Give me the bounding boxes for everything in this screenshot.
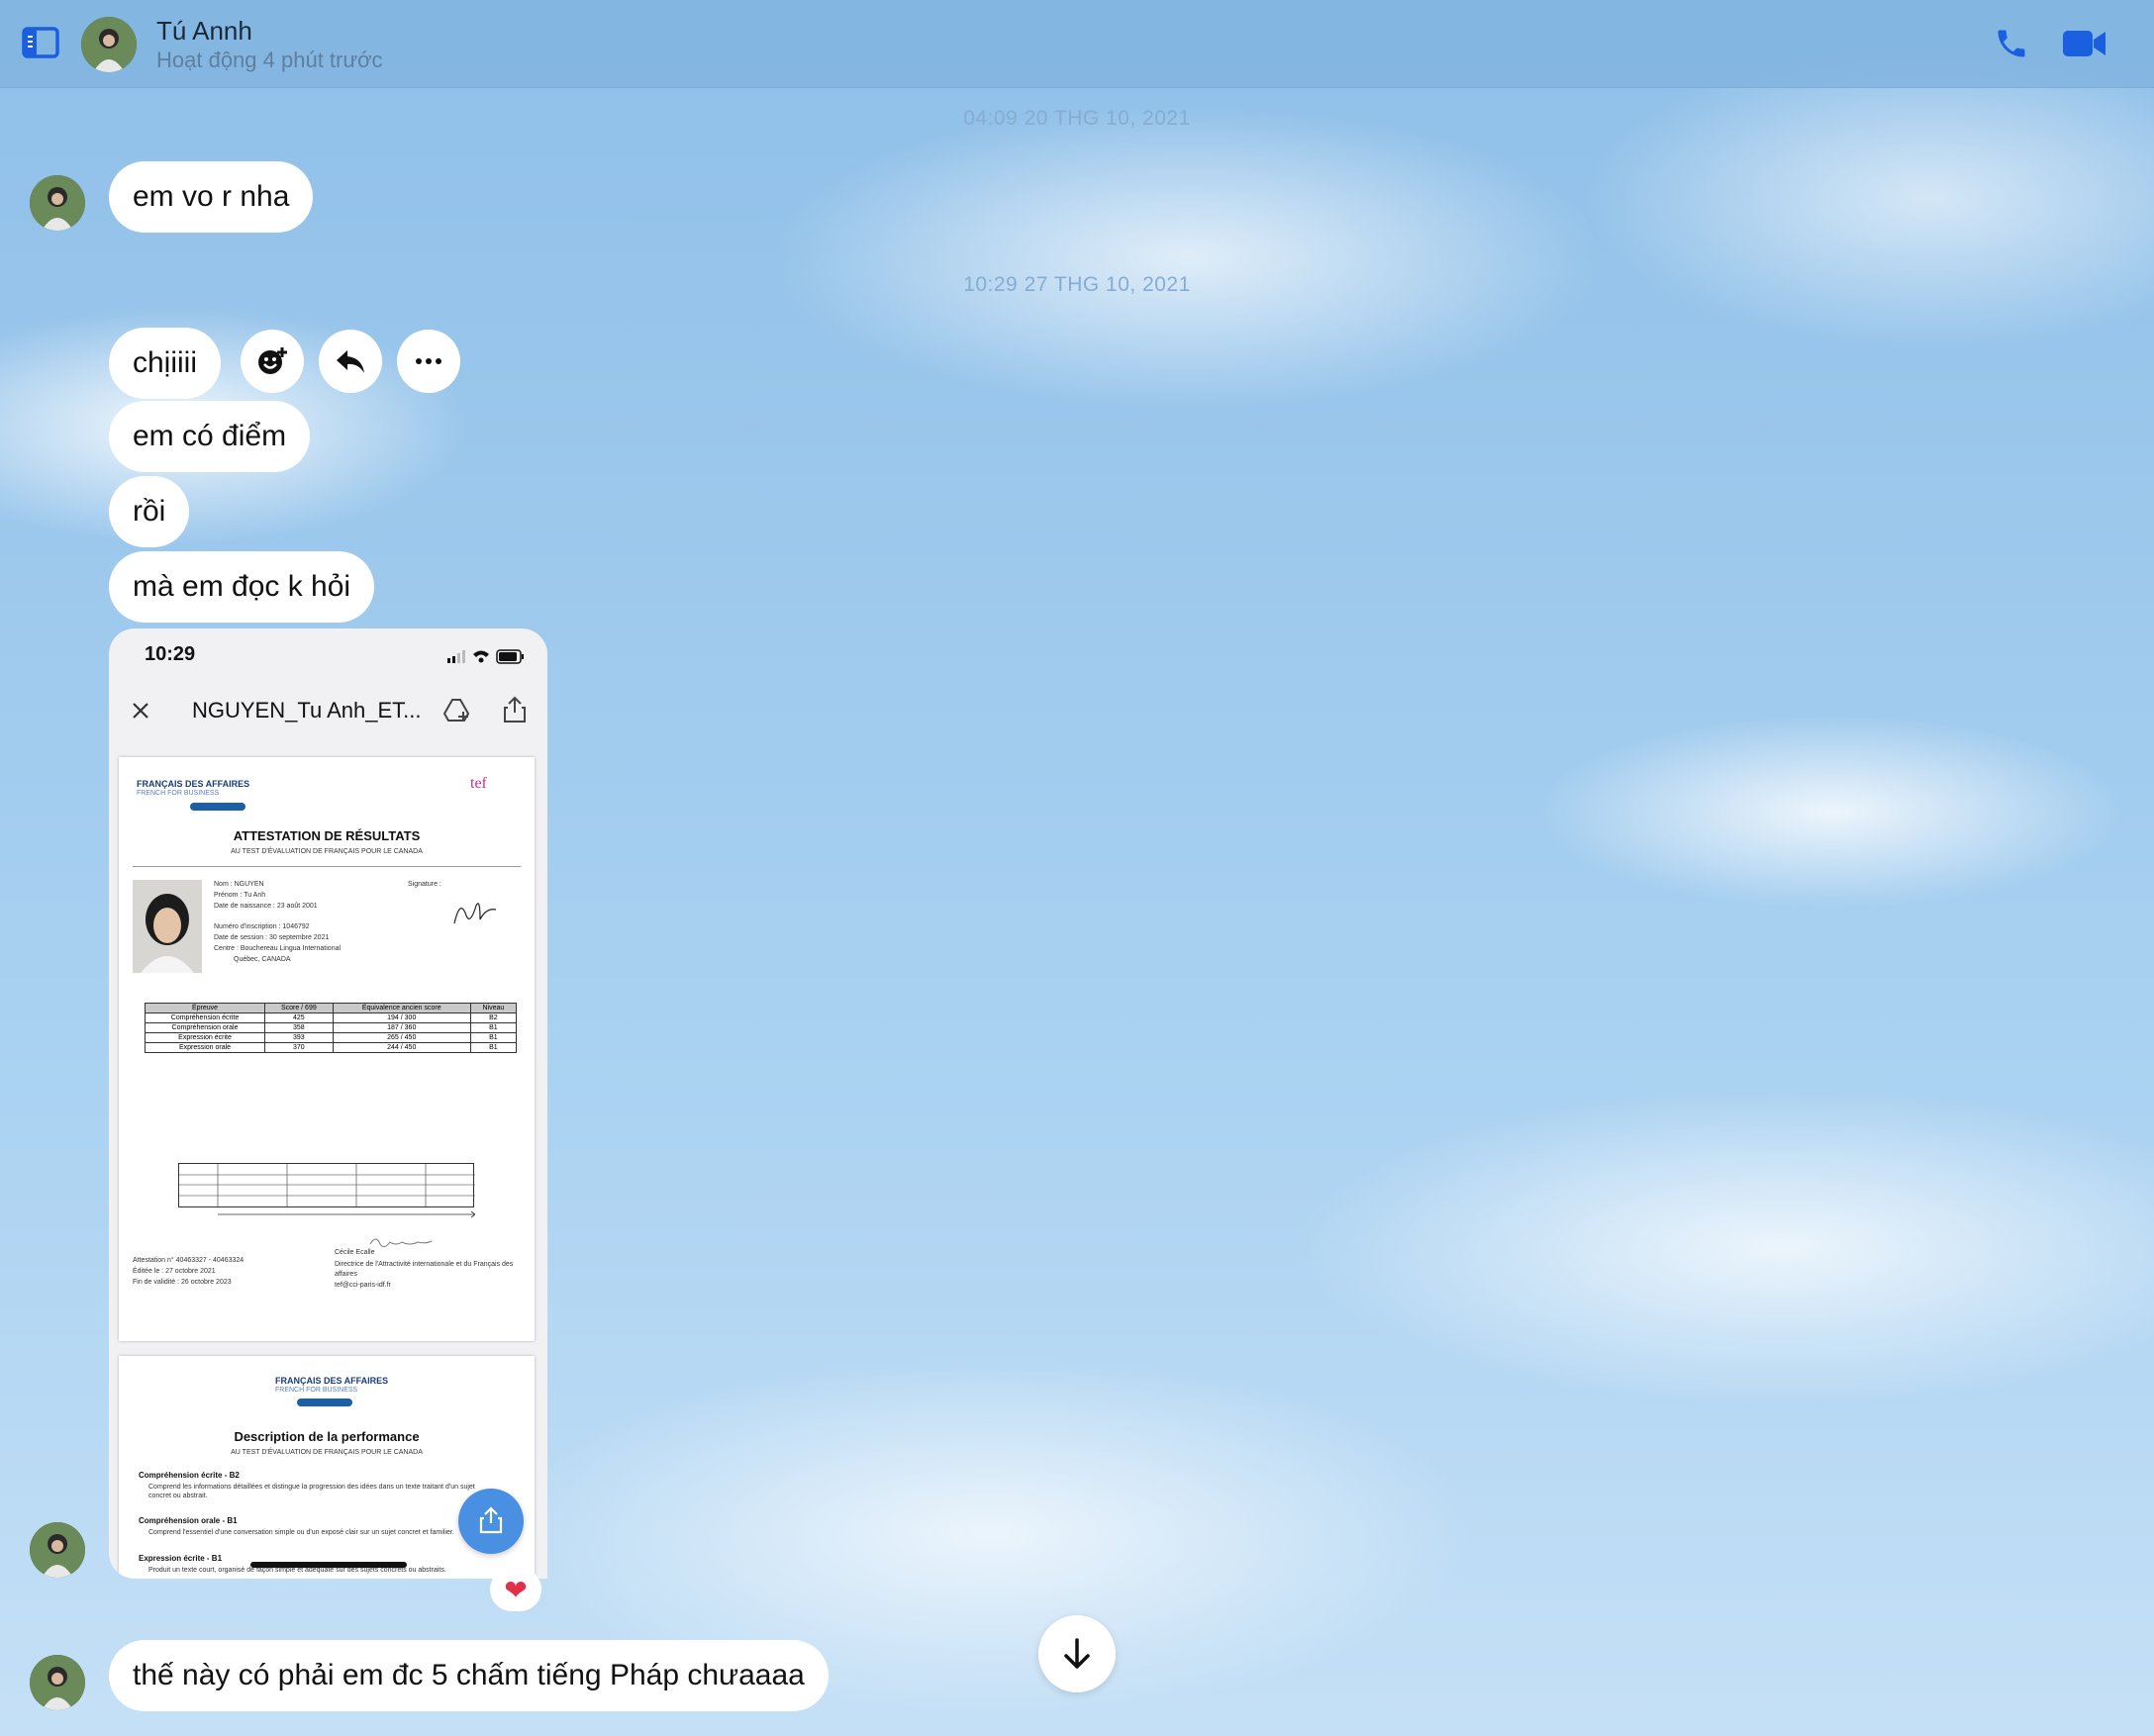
page-subheading: AU TEST D'ÉVALUATION DE FRANÇAIS POUR LE… — [231, 848, 423, 855]
drive-add-icon[interactable] — [443, 698, 471, 723]
date-separator: 04:09 20 THG 10, 2021 — [963, 107, 1191, 130]
reply-button[interactable] — [319, 330, 382, 393]
table-cell: 425 — [264, 1013, 334, 1023]
signature-label: Signature : — [408, 881, 441, 888]
brand-subtitle: FRENCH FOR BUSINESS — [275, 1387, 358, 1394]
avatar[interactable] — [81, 17, 137, 72]
footer-line: Directrice de l'Attractivité internation… — [335, 1261, 514, 1278]
home-indicator — [250, 1562, 407, 1568]
section-title: Compréhension écrite - B2 — [139, 1471, 240, 1480]
table-row: Compréhension orale 358 187 / 360 B1 — [144, 1022, 518, 1033]
reply-icon — [337, 350, 364, 373]
table-cell: 194 / 300 — [332, 1013, 471, 1023]
heart-reaction[interactable]: ❤ — [490, 1568, 541, 1611]
signature-icon — [453, 903, 497, 924]
level-scale-chart — [178, 1163, 475, 1218]
add-reaction-icon — [258, 347, 287, 374]
close-icon[interactable] — [131, 701, 150, 721]
message-bubble[interactable]: mà em đọc k hỏi — [109, 551, 375, 623]
table-cell: Expression orale — [144, 1042, 266, 1053]
footer-line: tef@cci-paris-idf.fr — [335, 1282, 391, 1289]
more-icon — [416, 358, 441, 364]
candidate-photo — [133, 880, 202, 973]
detail-line: Date de naissance : 23 août 2001 — [214, 903, 318, 910]
score-table: Épreuve Score / 699 Équivalence ancien s… — [144, 1003, 518, 1053]
footer-line: Fin de validité : 26 octobre 2023 — [133, 1279, 232, 1286]
brand-logo: FRANÇAIS DES AFFAIRES — [275, 1376, 389, 1386]
scroll-to-bottom-button[interactable] — [1038, 1615, 1116, 1692]
section-text: Comprend l'essentiel d'une conversation … — [148, 1529, 454, 1536]
active-status: Hoạt động 4 phút trước — [156, 48, 383, 72]
phone-status-icons — [447, 649, 524, 664]
date-separator: 10:29 27 THG 10, 2021 — [963, 273, 1191, 296]
video-call-icon[interactable] — [2063, 28, 2106, 59]
table-cell: 265 / 450 — [332, 1032, 471, 1043]
table-header: Niveau — [469, 1003, 518, 1013]
contact-name[interactable]: Tú Annh — [156, 16, 252, 47]
message-bubble[interactable]: em có điểm — [109, 401, 311, 472]
table-cell: 358 — [264, 1022, 334, 1033]
sender-avatar[interactable] — [30, 1522, 85, 1578]
message-bubble[interactable]: rồi — [109, 476, 190, 547]
arrow-down-icon — [1064, 1638, 1090, 1669]
table-row: Compréhension écrite 425 194 / 300 B2 — [144, 1013, 518, 1023]
more-options-button[interactable] — [397, 330, 460, 393]
brand-badge — [297, 1398, 352, 1406]
footer-line: Attestation n° 40463327 - 40463324 — [133, 1257, 245, 1264]
message-bubble[interactable]: chịiiii — [109, 328, 222, 399]
phone-time: 10:29 — [145, 643, 196, 665]
detail-line: Centre : Bouchereau Lingua International — [214, 945, 342, 952]
brand-logo: FRANÇAIS DES AFFAIRES — [137, 779, 250, 789]
page-subheading: AU TEST D'ÉVALUATION DE FRANÇAIS POUR LE… — [231, 1449, 423, 1456]
phone-status-bar: 10:29 — [109, 628, 547, 688]
footer-line: Cécile Ecalle — [335, 1249, 375, 1256]
sender-avatar[interactable] — [30, 175, 85, 231]
sender-avatar[interactable] — [30, 1655, 85, 1710]
table-header: Équivalence ancien score — [332, 1003, 471, 1013]
detail-line: Prénom : Tu Anh — [214, 892, 266, 899]
section-title: Expression écrite - B1 — [139, 1554, 223, 1563]
section-title: Compréhension orale - B1 — [139, 1516, 238, 1525]
detail-line: Date de session : 30 septembre 2021 — [214, 934, 330, 941]
image-attachment[interactable]: 10:29 NGUYEN_Tu Anh_ET... FRANÇAIS DES A… — [109, 628, 547, 1579]
share-icon — [479, 1506, 503, 1534]
page-heading: Description de la performance — [234, 1429, 420, 1444]
table-cell: Compréhension orale — [144, 1022, 266, 1033]
phone-call-icon[interactable] — [1994, 26, 2029, 61]
message-bubble[interactable]: em vo r nha — [109, 161, 314, 233]
section-text: Comprend les informations détaillées et … — [148, 1484, 475, 1499]
detail-line: Nom : NGUYEN — [214, 881, 264, 888]
table-row: Expression orale 370 244 / 450 B1 — [144, 1042, 518, 1053]
sidebar-toggle-icon[interactable] — [22, 27, 59, 58]
table-cell: 187 / 360 — [332, 1022, 471, 1033]
message-bubble[interactable]: thế này có phải em đc 5 chấm tiếng Pháp … — [109, 1640, 829, 1711]
footer-line: Éditée le : 27 octobre 2021 — [133, 1268, 216, 1275]
brand-subtitle: FRENCH FOR BUSINESS — [137, 790, 220, 797]
detail-line: Numéro d'inscription : 1046792 — [214, 923, 310, 930]
document-title: NGUYEN_Tu Anh_ET... — [192, 698, 422, 723]
table-cell: 244 / 450 — [332, 1042, 471, 1053]
conversation-header: Tú Annh Hoạt động 4 phút trước — [0, 0, 2154, 88]
table-row: Expression écrite 393 265 / 450 B1 — [144, 1032, 518, 1043]
detail-line: Québec, CANADA — [234, 956, 291, 963]
director-signature-icon — [369, 1238, 433, 1248]
divider — [133, 866, 521, 867]
table-cell: 370 — [264, 1042, 334, 1053]
share-button[interactable] — [458, 1489, 524, 1554]
react-button[interactable] — [241, 330, 304, 393]
table-cell: B2 — [469, 1013, 518, 1023]
table-cell: B1 — [469, 1022, 518, 1033]
table-cell: 393 — [264, 1032, 334, 1043]
table-cell: Expression écrite — [144, 1032, 266, 1043]
table-header: Épreuve — [144, 1003, 266, 1013]
document-page: FRANÇAIS DES AFFAIRES FRENCH FOR BUSINES… — [119, 757, 535, 1341]
tef-logo: tef — [470, 775, 487, 792]
page-heading: ATTESTATION DE RÉSULTATS — [233, 828, 421, 843]
table-cell: B1 — [469, 1042, 518, 1053]
table-header: Score / 699 — [264, 1003, 334, 1013]
brand-badge — [190, 803, 245, 811]
share-icon[interactable] — [503, 696, 527, 723]
table-cell: B1 — [469, 1032, 518, 1043]
table-cell: Compréhension écrite — [144, 1013, 266, 1023]
